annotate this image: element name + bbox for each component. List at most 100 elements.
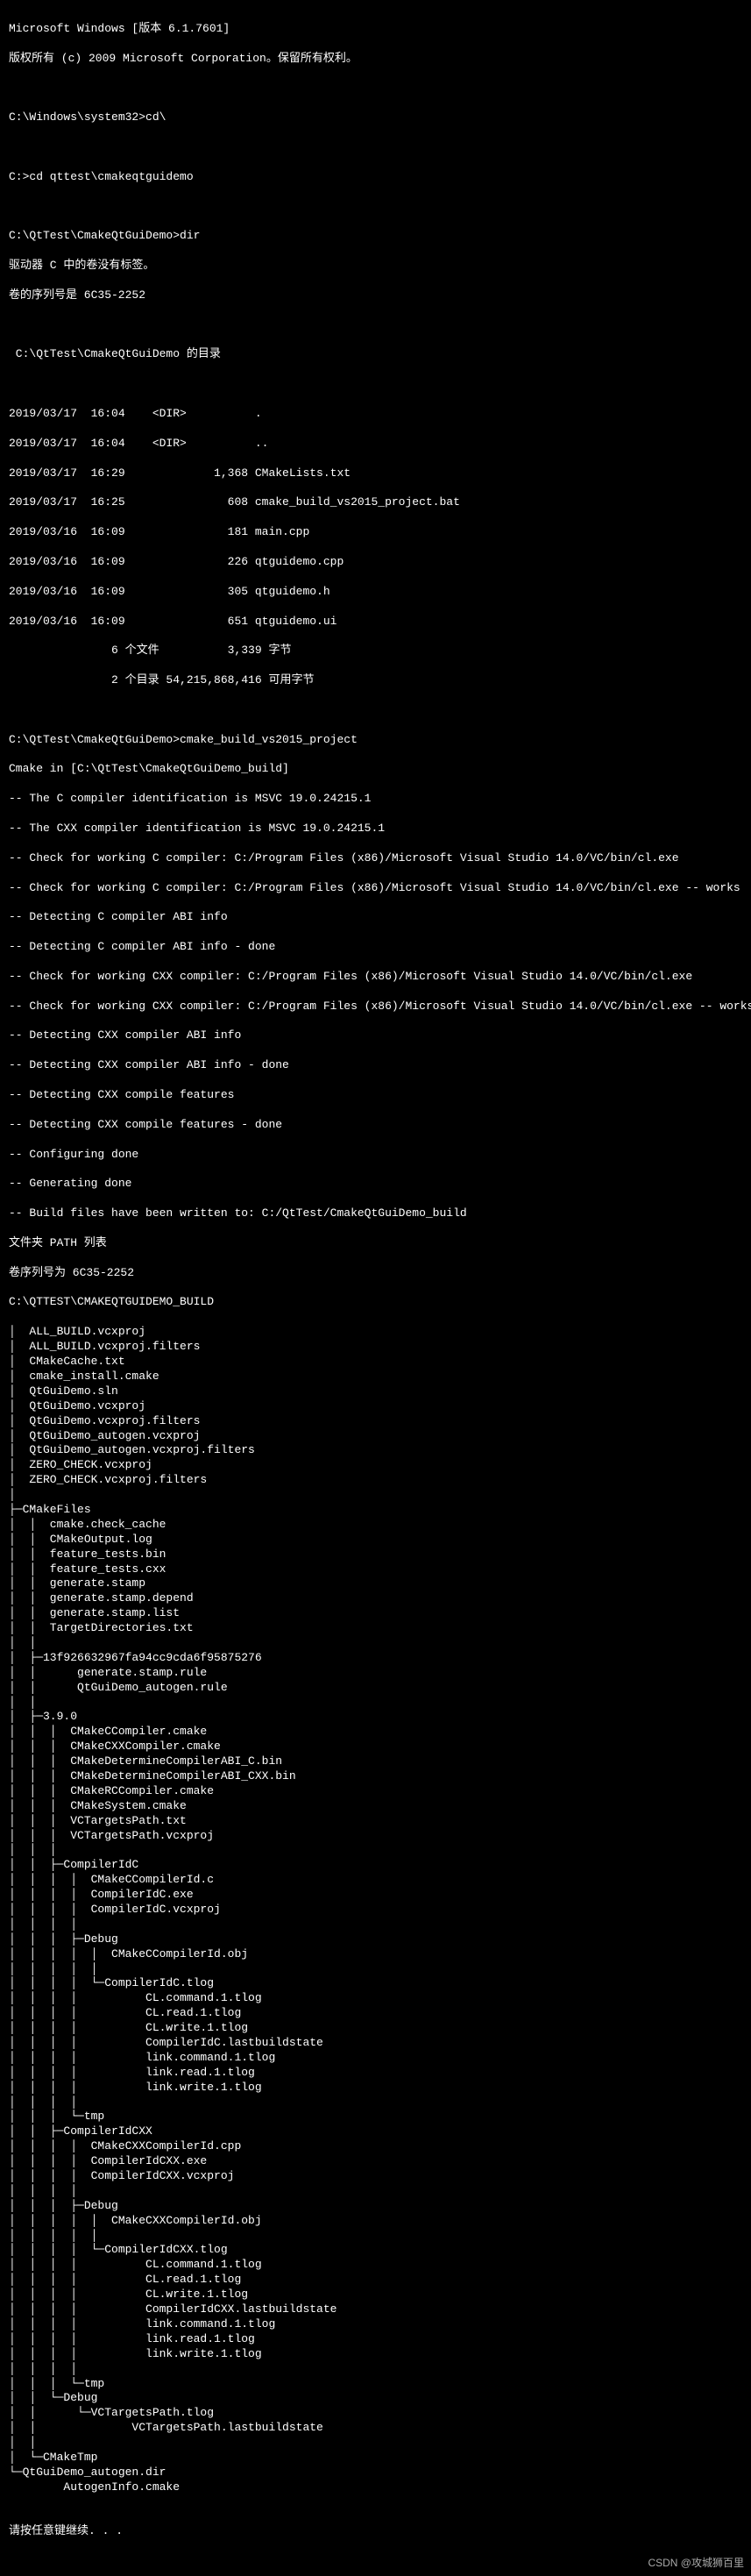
blank [9, 703, 742, 718]
tree-line: AutogenInfo.cmake [9, 2480, 742, 2495]
tree-line: │ │ │ │ link.command.1.tlog [9, 2317, 742, 2332]
press-any-key: 请按任意键继续. . . [9, 2524, 742, 2539]
header-line-2: 版权所有 (c) 2009 Microsoft Corporation。保留所有… [9, 52, 742, 67]
tree-line: │ QtGuiDemo.sln [9, 1384, 742, 1399]
tree-line: │ │ │ ├─Debug [9, 1932, 742, 1947]
tree-line: │ │ │ CMakeRCCompiler.cmake [9, 1784, 742, 1799]
cmake-line: -- Build files have been written to: C:/… [9, 1206, 742, 1221]
tree-line: │ │ generate.stamp [9, 1576, 742, 1591]
prompt-cd-root: C:\Windows\system32>cd\ [9, 110, 742, 125]
tree-line: │ │ │ │ CL.command.1.tlog [9, 2258, 742, 2273]
tree-line: │ QtGuiDemo.vcxproj.filters [9, 1414, 742, 1429]
tree-line [9, 2495, 742, 2510]
cmake-line: -- Detecting CXX compile features - done [9, 1118, 742, 1133]
tree-line: │ │ │ │ [9, 2362, 742, 2377]
tree-line: │ [9, 1488, 742, 1503]
prompt-cd-project: C:>cd qttest\cmakeqtguidemo [9, 170, 742, 185]
blank [9, 200, 742, 215]
blank [9, 318, 742, 333]
tree-line: │ │ │ │ [9, 1918, 742, 1932]
tree-line: │ │ │ CMakeCCompiler.cmake [9, 1725, 742, 1740]
tree-line: │ │ generate.stamp.depend [9, 1591, 742, 1606]
tree-line: │ │ │ │ │ CMakeCCompilerId.obj [9, 1947, 742, 1962]
tree-line: │ │ │ CMakeSystem.cmake [9, 1799, 742, 1814]
tree-line: │ │ │ │ link.write.1.tlog [9, 2347, 742, 2362]
prompt-dir: C:\QtTest\CmakeQtGuiDemo>dir [9, 229, 742, 244]
tree-line: │ │ TargetDirectories.txt [9, 1621, 742, 1636]
prompt-cmake: C:\QtTest\CmakeQtGuiDemo>cmake_build_vs2… [9, 733, 742, 748]
blank [9, 377, 742, 392]
tree-line: │ │ │ CMakeDetermineCompilerABI_CXX.bin [9, 1769, 742, 1784]
tree-line: │ QtGuiDemo_autogen.vcxproj [9, 1429, 742, 1444]
cmake-line: -- Detecting C compiler ABI info - done [9, 940, 742, 955]
tree-line: │ cmake_install.cmake [9, 1370, 742, 1384]
tree-line: │ │ │ │ link.command.1.tlog [9, 2051, 742, 2066]
tree-line: │ │ │ ├─Debug [9, 2199, 742, 2214]
tree-line: │ │ └─VCTargetsPath.tlog [9, 2406, 742, 2421]
tree-line: │ ALL_BUILD.vcxproj [9, 1325, 742, 1340]
dir-row: 2019/03/17 16:29 1,368 CMakeLists.txt [9, 466, 742, 481]
cmake-line: -- Detecting CXX compiler ABI info [9, 1028, 742, 1043]
tree-line: │ │ ├─CompilerIdCXX [9, 2124, 742, 2139]
tree-line: │ ├─13f926632967fa94cc9cda6f95875276 [9, 1651, 742, 1666]
tree-line: │ │ VCTargetsPath.lastbuildstate [9, 2421, 742, 2436]
serial-message: 卷的序列号是 6C35-2252 [9, 288, 742, 303]
tree-line: │ │ │ │ CL.write.1.tlog [9, 2288, 742, 2302]
dir-row: 2019/03/16 16:09 651 qtguidemo.ui [9, 615, 742, 630]
tree-line: │ │ │ │ [9, 2096, 742, 2110]
cmake-line: -- Check for working CXX compiler: C:/Pr… [9, 970, 742, 985]
cmake-line: -- The CXX compiler identification is MS… [9, 822, 742, 836]
cmake-line: -- The C compiler identification is MSVC… [9, 792, 742, 807]
tree-line: │ │ │ │ └─CompilerIdCXX.tlog [9, 2243, 742, 2258]
dir-row: 2019/03/17 16:25 608 cmake_build_vs2015_… [9, 495, 742, 510]
tree-line: │ │ │ │ CL.read.1.tlog [9, 2006, 742, 2021]
tree-line: │ │ │ │ CompilerIdCXX.exe [9, 2154, 742, 2169]
cmake-line: Cmake in [C:\QtTest\CmakeQtGuiDemo_build… [9, 762, 742, 777]
csdn-watermark: CSDN @攻城狮百里 [648, 2557, 744, 2571]
tree-hdr: 卷序列号为 6C35-2252 [9, 1266, 742, 1281]
tree-line: │ │ feature_tests.cxx [9, 1562, 742, 1577]
tree-line: │ │ │ │ │ CMakeCXXCompilerId.obj [9, 2214, 742, 2229]
dir-summary: 6 个文件 3,339 字节 [9, 644, 742, 658]
tree-line: │ │ │ │ link.read.1.tlog [9, 2066, 742, 2081]
tree-line: │ │ │ │ CL.command.1.tlog [9, 1991, 742, 2006]
terminal-window[interactable]: Microsoft Windows [版本 6.1.7601] 版权所有 (c)… [0, 0, 751, 2576]
dir-header: C:\QtTest\CmakeQtGuiDemo 的目录 [9, 347, 742, 362]
header-line-1: Microsoft Windows [版本 6.1.7601] [9, 22, 742, 37]
blank [9, 140, 742, 155]
tree-line: │ CMakeCache.txt [9, 1355, 742, 1370]
tree-line: │ │ │ │ CMakeCXXCompilerId.cpp [9, 2139, 742, 2154]
tree-line: │ │ feature_tests.bin [9, 1548, 742, 1562]
tree-line: │ │ │ VCTargetsPath.txt [9, 1814, 742, 1829]
cmake-line: -- Detecting CXX compiler ABI info - don… [9, 1058, 742, 1073]
dir-row: 2019/03/16 16:09 226 qtguidemo.cpp [9, 555, 742, 570]
tree-line: │ ├─3.9.0 [9, 1710, 742, 1725]
tree-line: │ │ │ │ CompilerIdCXX.lastbuildstate [9, 2302, 742, 2317]
dir-row: 2019/03/17 16:04 <DIR> .. [9, 437, 742, 452]
cmake-line: -- Generating done [9, 1177, 742, 1192]
cmake-line: -- Check for working C compiler: C:/Prog… [9, 851, 742, 866]
dir-row: 2019/03/16 16:09 305 qtguidemo.h [9, 585, 742, 600]
tree-line: │ │ [9, 1636, 742, 1651]
tree-line: │ │ │ VCTargetsPath.vcxproj [9, 1829, 742, 1844]
cmake-line: -- Configuring done [9, 1148, 742, 1163]
tree-line: │ │ │ [9, 1843, 742, 1858]
tree-line: │ │ │ │ │ [9, 2229, 742, 2244]
dir-row: 2019/03/16 16:09 181 main.cpp [9, 525, 742, 540]
tree-line: └─QtGuiDemo_autogen.dir [9, 2466, 742, 2480]
tree-line: │ │ │ │ link.read.1.tlog [9, 2332, 742, 2347]
dir-summary: 2 个目录 54,215,868,416 可用字节 [9, 673, 742, 688]
tree-line: │ │ │ │ CL.write.1.tlog [9, 2021, 742, 2036]
tree-line: │ │ │ │ CompilerIdCXX.vcxproj [9, 2169, 742, 2184]
tree-line: │ │ │ └─tmp [9, 2377, 742, 2392]
tree-line: │ │ │ │ CompilerIdC.vcxproj [9, 1903, 742, 1918]
tree-line: │ ZERO_CHECK.vcxproj [9, 1458, 742, 1473]
tree-line: │ │ [9, 2436, 742, 2451]
tree-line: │ │ generate.stamp.rule [9, 1666, 742, 1681]
dir-row: 2019/03/17 16:04 <DIR> . [9, 407, 742, 422]
tree-line: │ │ ├─CompilerIdC [9, 1858, 742, 1873]
tree-line: │ QtGuiDemo.vcxproj [9, 1399, 742, 1414]
tree-line: │ │ │ │ CL.read.1.tlog [9, 2273, 742, 2288]
tree-listing: │ ALL_BUILD.vcxproj│ ALL_BUILD.vcxproj.f… [9, 1325, 742, 2509]
tree-hdr: C:\QTTEST\CMAKEQTGUIDEMO_BUILD [9, 1295, 742, 1310]
